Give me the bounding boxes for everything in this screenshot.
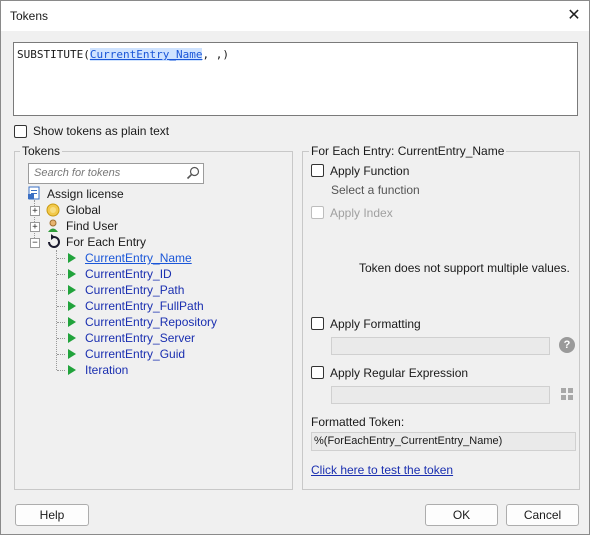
expand-icon[interactable]: + (30, 206, 40, 216)
expression-suffix: , ,) (202, 48, 229, 61)
user-icon (48, 219, 58, 232)
formatted-token-label: Formatted Token: (311, 415, 405, 429)
test-token-link[interactable]: Click here to test the token (311, 463, 453, 477)
token-search-input[interactable]: Search for tokens (28, 163, 204, 184)
formatted-token-field: %(ForEachEntry_CurrentEntry_Name) (311, 432, 576, 451)
apply-function-label: Apply Function (330, 164, 410, 178)
grid-icon[interactable] (561, 388, 573, 400)
apply-index-checkbox[interactable] (311, 206, 324, 219)
expression-prefix: SUBSTITUTE( (17, 48, 90, 61)
apply-function-checkbox[interactable] (311, 164, 324, 177)
tree-leaf-currententry-guid[interactable]: CurrentEntry_Guid (85, 347, 185, 361)
coin-icon (46, 203, 60, 217)
tree-leaf-currententry-repository[interactable]: CurrentEntry_Repository (85, 315, 217, 329)
tree-root-label[interactable]: Assign license (47, 187, 124, 201)
regex-input[interactable] (331, 386, 550, 404)
apply-regex-label: Apply Regular Expression (330, 366, 469, 380)
multi-value-notice: Token does not support multiple values. (359, 261, 570, 275)
tree-node-for-each-entry[interactable]: For Each Entry (66, 235, 146, 249)
help-circle-icon[interactable]: ? (559, 337, 575, 353)
expand-icon[interactable]: + (30, 222, 40, 232)
tree-line (57, 322, 65, 323)
tokens-dialog: Tokens ✕ SUBSTITUTE(CurrentEntry_Name, ,… (0, 0, 590, 535)
title-bar: Tokens ✕ (1, 1, 589, 31)
play-icon (68, 253, 76, 263)
tree-line (57, 290, 65, 291)
token-options-title: For Each Entry: CurrentEntry_Name (309, 144, 507, 158)
tree-line (57, 306, 65, 307)
search-placeholder: Search for tokens (34, 167, 121, 179)
select-function-text: Select a function (331, 183, 420, 197)
tree-leaf-currententry-id[interactable]: CurrentEntry_ID (85, 267, 172, 281)
expression-editor[interactable]: SUBSTITUTE(CurrentEntry_Name, ,) (13, 42, 578, 116)
tree-line (57, 370, 65, 371)
show-plain-text-label: Show tokens as plain text (33, 124, 170, 138)
show-plain-text-checkbox[interactable] (14, 125, 27, 138)
window-title: Tokens (10, 9, 49, 23)
collapse-icon[interactable]: − (30, 238, 40, 248)
close-icon[interactable]: ✕ (563, 5, 585, 27)
expression-text: SUBSTITUTE(CurrentEntry_Name, ,) (17, 48, 229, 61)
apply-formatting-label: Apply Formatting (330, 317, 421, 331)
tree-leaf-currententry-path[interactable]: CurrentEntry_Path (85, 283, 184, 297)
play-icon (68, 333, 76, 343)
apply-regex-checkbox[interactable] (311, 366, 324, 379)
help-button[interactable]: Help (15, 504, 89, 526)
apply-index-label: Apply Index (330, 206, 393, 220)
play-icon (68, 317, 76, 327)
apply-formatting-checkbox[interactable] (311, 317, 324, 330)
play-icon (68, 285, 76, 295)
tree-line (57, 274, 65, 275)
tree-line (57, 354, 65, 355)
tree-line (57, 258, 65, 259)
expression-token[interactable]: CurrentEntry_Name (89, 48, 203, 61)
cancel-button[interactable]: Cancel (506, 504, 579, 526)
search-icon[interactable] (186, 166, 200, 180)
tree-leaf-iteration[interactable]: Iteration (85, 363, 128, 377)
tree-node-find-user[interactable]: Find User (66, 219, 118, 233)
formatted-token-value: %(ForEachEntry_CurrentEntry_Name) (314, 435, 503, 447)
document-icon (28, 186, 40, 200)
tree-leaf-currententry-fullpath[interactable]: CurrentEntry_FullPath (85, 299, 204, 313)
formatting-input[interactable] (331, 337, 550, 355)
play-icon (68, 301, 76, 311)
tree-leaf-currententry-name[interactable]: CurrentEntry_Name (85, 251, 192, 265)
ok-button[interactable]: OK (425, 504, 498, 526)
tree-node-global[interactable]: Global (66, 203, 101, 217)
tree-line (57, 338, 65, 339)
loop-icon (48, 234, 60, 248)
tree-leaf-currententry-server[interactable]: CurrentEntry_Server (85, 331, 195, 345)
play-icon (68, 349, 76, 359)
play-icon (68, 269, 76, 279)
play-icon (68, 365, 76, 375)
tree-line (56, 250, 57, 370)
tokens-group-title: Tokens (20, 144, 63, 158)
